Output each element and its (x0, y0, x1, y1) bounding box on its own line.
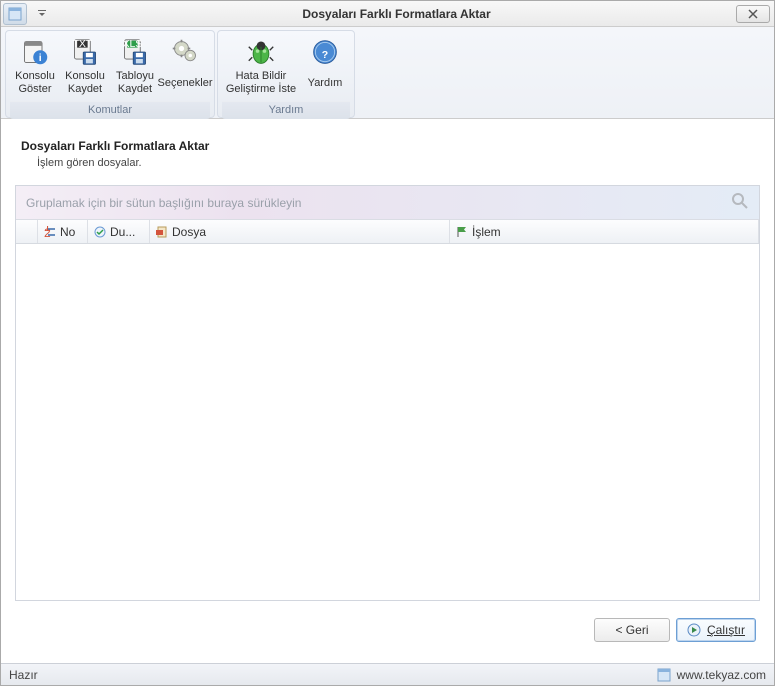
ribbon-group-help-items: Hata BildirGeliştirme İste ? Yardım (222, 33, 350, 99)
grid-body (16, 244, 759, 600)
col-operation-label: İşlem (472, 225, 501, 239)
bug-icon (245, 36, 277, 68)
run-button-label: Çalıştır (707, 623, 745, 637)
status-text: Hazır (9, 668, 38, 682)
save-table-label: TabloyuKaydet (116, 70, 154, 96)
status-link[interactable]: www.tekyaz.com (677, 668, 766, 682)
col-no[interactable]: 12 No (38, 220, 88, 243)
svg-text:i: i (39, 52, 42, 64)
ribbon: i KonsoluGöster TXT KonsoluKaydet XLS Ta… (1, 27, 774, 119)
ribbon-group-commands-items: i KonsoluGöster TXT KonsoluKaydet XLS Ta… (10, 33, 210, 99)
ribbon-group-help: Hata BildirGeliştirme İste ? Yardım Yard… (217, 30, 355, 118)
window-title: Dosyaları Farklı Formatlara Aktar (57, 7, 736, 21)
col-file-label: Dosya (172, 225, 206, 239)
window-icon (8, 7, 22, 21)
quick-access-dropdown[interactable] (27, 10, 57, 18)
wizard-title: Dosyaları Farklı Formatlara Aktar (21, 139, 758, 153)
chevron-down-icon (38, 10, 46, 18)
close-button[interactable] (736, 5, 770, 23)
wizard-header: Dosyaları Farklı Formatlara Aktar İşlem … (21, 139, 758, 169)
save-console-label: KonsoluKaydet (65, 70, 105, 96)
file-icon (156, 226, 168, 238)
save-table-button[interactable]: XLS TabloyuKaydet (110, 33, 160, 99)
show-console-label: KonsoluGöster (15, 70, 55, 96)
list-numbered-icon: 12 (44, 226, 56, 238)
report-bug-button[interactable]: Hata BildirGeliştirme İste (222, 33, 300, 99)
status-icon (94, 226, 106, 238)
title-bar: Dosyaları Farklı Formatlara Aktar (1, 1, 774, 27)
column-headers: 12 No Du... Dosya İşlem (16, 220, 759, 244)
close-icon (748, 9, 758, 19)
file-grid: Gruplamak için bir sütun başlığını buray… (15, 185, 760, 601)
show-console-button[interactable]: i KonsoluGöster (10, 33, 60, 99)
status-bar: Hazır www.tekyaz.com (1, 663, 774, 685)
xls-save-icon: XLS (119, 36, 151, 68)
console-info-icon: i (19, 36, 51, 68)
help-button[interactable]: ? Yardım (300, 33, 350, 99)
col-file[interactable]: Dosya (150, 220, 450, 243)
ribbon-group-commands: i KonsoluGöster TXT KonsoluKaydet XLS Ta… (5, 30, 215, 118)
save-console-button[interactable]: TXT KonsoluKaydet (60, 33, 110, 99)
run-button[interactable]: Çalıştır (676, 618, 756, 642)
search-icon[interactable] (731, 192, 751, 212)
svg-text:XLS: XLS (122, 38, 142, 50)
col-selector[interactable] (16, 220, 38, 243)
group-by-row[interactable]: Gruplamak için bir sütun başlığını buray… (16, 186, 759, 220)
app-menu-button[interactable] (3, 3, 27, 25)
options-label: Seçenekler (157, 70, 212, 96)
txt-save-icon: TXT (69, 36, 101, 68)
report-bug-label: Hata BildirGeliştirme İste (226, 70, 296, 96)
help-icon: ? (309, 36, 341, 68)
content-area: Dosyaları Farklı Formatlara Aktar İşlem … (1, 119, 774, 663)
col-status[interactable]: Du... (88, 220, 150, 243)
ribbon-group-help-label: Yardım (222, 101, 350, 119)
ribbon-group-commands-label: Komutlar (10, 101, 210, 119)
back-button-label: < Geri (615, 623, 648, 637)
back-button[interactable]: < Geri (594, 618, 670, 642)
wizard-buttons: < Geri Çalıştır (13, 609, 762, 651)
svg-text:?: ? (322, 49, 328, 61)
options-button[interactable]: Seçenekler (160, 33, 210, 99)
help-label: Yardım (308, 70, 343, 96)
col-operation[interactable]: İşlem (450, 220, 759, 243)
group-placeholder: Gruplamak için bir sütun başlığını buray… (26, 196, 301, 210)
col-status-label: Du... (110, 225, 135, 239)
gear-icon (169, 36, 201, 68)
col-no-label: No (60, 225, 75, 239)
flag-icon (456, 226, 468, 238)
svg-text:2: 2 (44, 226, 51, 238)
svg-text:TXT: TXT (72, 38, 92, 50)
globe-icon (657, 668, 671, 682)
play-icon (687, 623, 701, 637)
wizard-subtitle: İşlem gören dosyalar. (37, 157, 758, 169)
